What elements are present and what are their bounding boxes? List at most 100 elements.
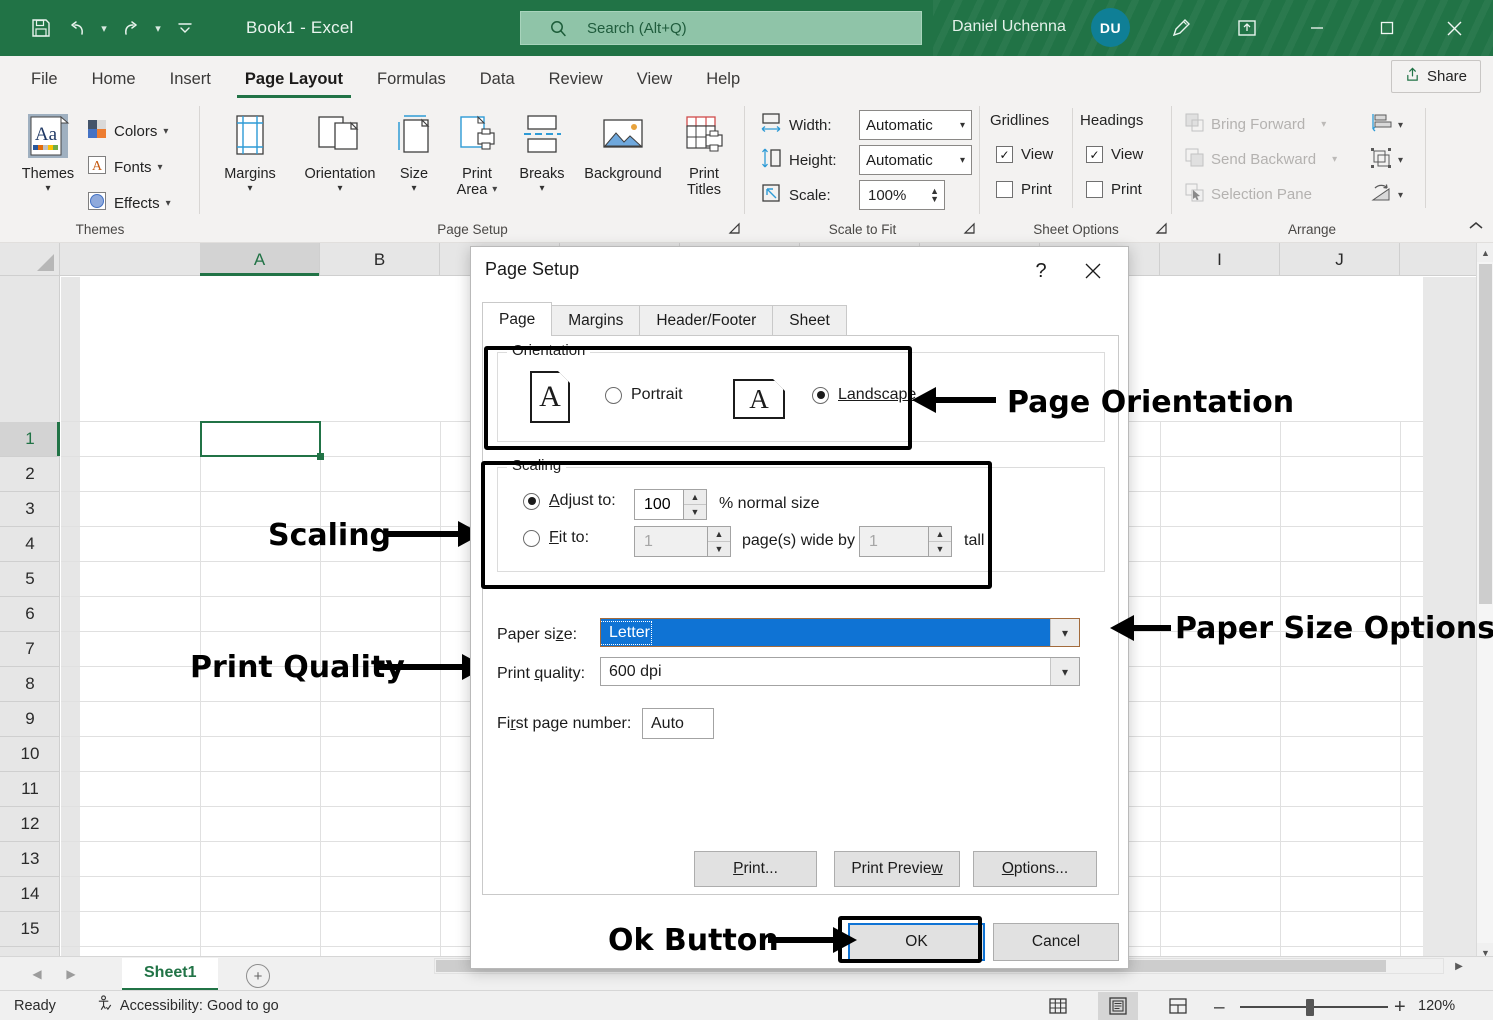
row-header-4[interactable]: 4 (0, 527, 60, 562)
adjust-to-spinner[interactable]: 100 ▲ ▼ (634, 489, 707, 520)
normal-view-icon[interactable] (1038, 992, 1078, 1020)
chevron-down-icon[interactable]: ▾ (247, 184, 252, 194)
spinner-down-icon[interactable]: ▼ (684, 505, 706, 519)
fit-to-radio[interactable] (523, 530, 540, 547)
column-header-I[interactable]: I (1160, 243, 1280, 276)
fit-pages-wide-spinner[interactable]: 1 ▲ ▼ (634, 526, 731, 557)
gridlines-view-row[interactable]: ✓ View (996, 146, 1053, 163)
landscape-radio-row[interactable]: Landscape (812, 386, 916, 404)
chevron-down-icon[interactable]: ▾ (411, 184, 416, 194)
orientation-button[interactable]: Orientation ▾ (294, 110, 386, 194)
tab-file[interactable]: File (14, 60, 75, 98)
chevron-down-icon[interactable]: ▾ (158, 162, 163, 173)
page-break-preview-icon[interactable] (1158, 992, 1198, 1020)
spinner-up-icon[interactable]: ▲ (684, 490, 706, 505)
gridlines-print-row[interactable]: Print (996, 181, 1052, 198)
tab-insert[interactable]: Insert (153, 60, 228, 98)
gridlines-print-checkbox[interactable] (996, 181, 1013, 198)
cancel-button[interactable]: Cancel (993, 923, 1119, 961)
background-button[interactable]: Background (573, 110, 673, 183)
column-header-A[interactable]: A (200, 243, 320, 276)
chevron-down-icon[interactable]: ▾ (1050, 619, 1079, 646)
print-preview-button[interactable]: Print Preview (834, 851, 960, 887)
align-objects-button[interactable]: ▾ (1370, 112, 1403, 138)
search-input[interactable]: Search (Alt+Q) (520, 11, 922, 45)
redo-icon[interactable] (114, 11, 148, 45)
close-button[interactable] (1431, 10, 1477, 46)
fill-handle[interactable] (317, 453, 324, 460)
tab-data[interactable]: Data (463, 60, 532, 98)
row-header-7[interactable]: 7 (0, 632, 60, 667)
sheet-options-dialog-launcher[interactable] (1154, 222, 1168, 236)
send-backward-button[interactable]: Send Backward ▾ (1184, 147, 1337, 172)
undo-dropdown-icon[interactable]: ▾ (96, 11, 112, 45)
row-header-12[interactable]: 12 (0, 807, 60, 842)
row-header-15[interactable]: 15 (0, 912, 60, 947)
chevron-down-icon[interactable]: ▾ (492, 182, 497, 198)
chevron-down-icon[interactable]: ▾ (1398, 120, 1403, 131)
headings-print-checkbox[interactable] (1086, 181, 1103, 198)
spinner-down-icon[interactable]: ▼ (708, 542, 730, 556)
theme-colors-button[interactable]: Colors ▾ (86, 118, 168, 144)
redo-dropdown-icon[interactable]: ▾ (150, 11, 166, 45)
margins-button[interactable]: Margins ▾ (212, 110, 288, 194)
selection-pane-button[interactable]: Selection Pane (1184, 182, 1312, 207)
adjust-to-radio[interactable] (523, 493, 540, 510)
select-all-corner[interactable] (0, 243, 60, 276)
rotate-objects-button[interactable]: ▾ (1370, 182, 1403, 208)
fit-wide-spin-buttons[interactable]: ▲ ▼ (707, 527, 730, 556)
print-quality-combobox[interactable]: 600 dpi ▾ (600, 657, 1080, 686)
portrait-radio-row[interactable]: Portrait (605, 386, 683, 404)
tab-formulas[interactable]: Formulas (360, 60, 463, 98)
first-page-number-input[interactable]: Auto (642, 708, 714, 739)
page-setup-dialog-launcher[interactable] (727, 222, 741, 236)
dialog-tab-sheet[interactable]: Sheet (772, 305, 847, 336)
previous-sheet-icon[interactable]: ◀ (28, 965, 46, 983)
chevron-down-icon[interactable]: ▾ (1398, 155, 1403, 166)
dialog-close-button[interactable] (1076, 256, 1110, 286)
width-combobox[interactable]: Automatic ▾ (859, 110, 972, 140)
chevron-down-icon[interactable]: ▾ (1050, 658, 1079, 685)
breaks-button[interactable]: Breaks ▾ (511, 110, 573, 194)
zoom-slider-thumb[interactable] (1306, 999, 1314, 1016)
headings-view-checkbox[interactable]: ✓ (1086, 146, 1103, 163)
row-header-2[interactable]: 2 (0, 457, 60, 492)
chevron-down-icon[interactable]: ▾ (1332, 154, 1337, 165)
gridlines-view-checkbox[interactable]: ✓ (996, 146, 1013, 163)
quick-access-more-icon[interactable] (168, 11, 202, 45)
active-cell-a1[interactable] (200, 421, 321, 457)
headings-print-row[interactable]: Print (1086, 181, 1142, 198)
portrait-radio[interactable] (605, 387, 622, 404)
save-icon[interactable] (24, 11, 58, 45)
row-header-14[interactable]: 14 (0, 877, 60, 912)
scale-to-fit-dialog-launcher[interactable] (962, 222, 976, 236)
row-header-1[interactable]: 1 (0, 422, 60, 457)
spinner-down-icon[interactable]: ▼ (930, 195, 939, 203)
chevron-down-icon[interactable]: ▾ (1398, 190, 1403, 201)
fit-pages-tall-spinner[interactable]: 1 ▲ ▼ (859, 526, 952, 557)
dialog-tab-page[interactable]: Page (482, 302, 552, 336)
zoom-slider-track[interactable] (1240, 1006, 1388, 1008)
column-header-J[interactable]: J (1280, 243, 1400, 276)
tab-page-layout[interactable]: Page Layout (228, 60, 360, 98)
undo-icon[interactable] (60, 11, 94, 45)
share-button[interactable]: Share (1391, 60, 1481, 93)
accessibility-status[interactable]: Accessibility: Good to go (96, 995, 279, 1016)
dialog-tab-header-footer[interactable]: Header/Footer (639, 305, 773, 336)
landscape-radio[interactable] (812, 387, 829, 404)
height-combobox[interactable]: Automatic ▾ (859, 145, 972, 175)
options-button[interactable]: Options... (973, 851, 1097, 887)
next-sheet-icon[interactable]: ▶ (62, 965, 80, 983)
row-header-11[interactable]: 11 (0, 772, 60, 807)
sheet-tab-sheet1[interactable]: Sheet1 (122, 958, 218, 991)
spinner-arrows[interactable]: ▲ ▼ (930, 187, 944, 203)
print-titles-button[interactable]: Print Titles (673, 110, 735, 198)
pen-draw-icon[interactable] (1163, 11, 1197, 45)
vertical-scrollbar[interactable]: ▲ ▼ (1476, 243, 1493, 962)
spinner-up-icon[interactable]: ▲ (929, 527, 951, 542)
zoom-level-label[interactable]: 120% (1418, 998, 1455, 1014)
adjust-to-radio-row[interactable]: Adjust to: (523, 492, 616, 510)
chevron-down-icon[interactable]: ▾ (960, 120, 971, 131)
row-header-6[interactable]: 6 (0, 597, 60, 632)
fit-tall-spin-buttons[interactable]: ▲ ▼ (928, 527, 951, 556)
